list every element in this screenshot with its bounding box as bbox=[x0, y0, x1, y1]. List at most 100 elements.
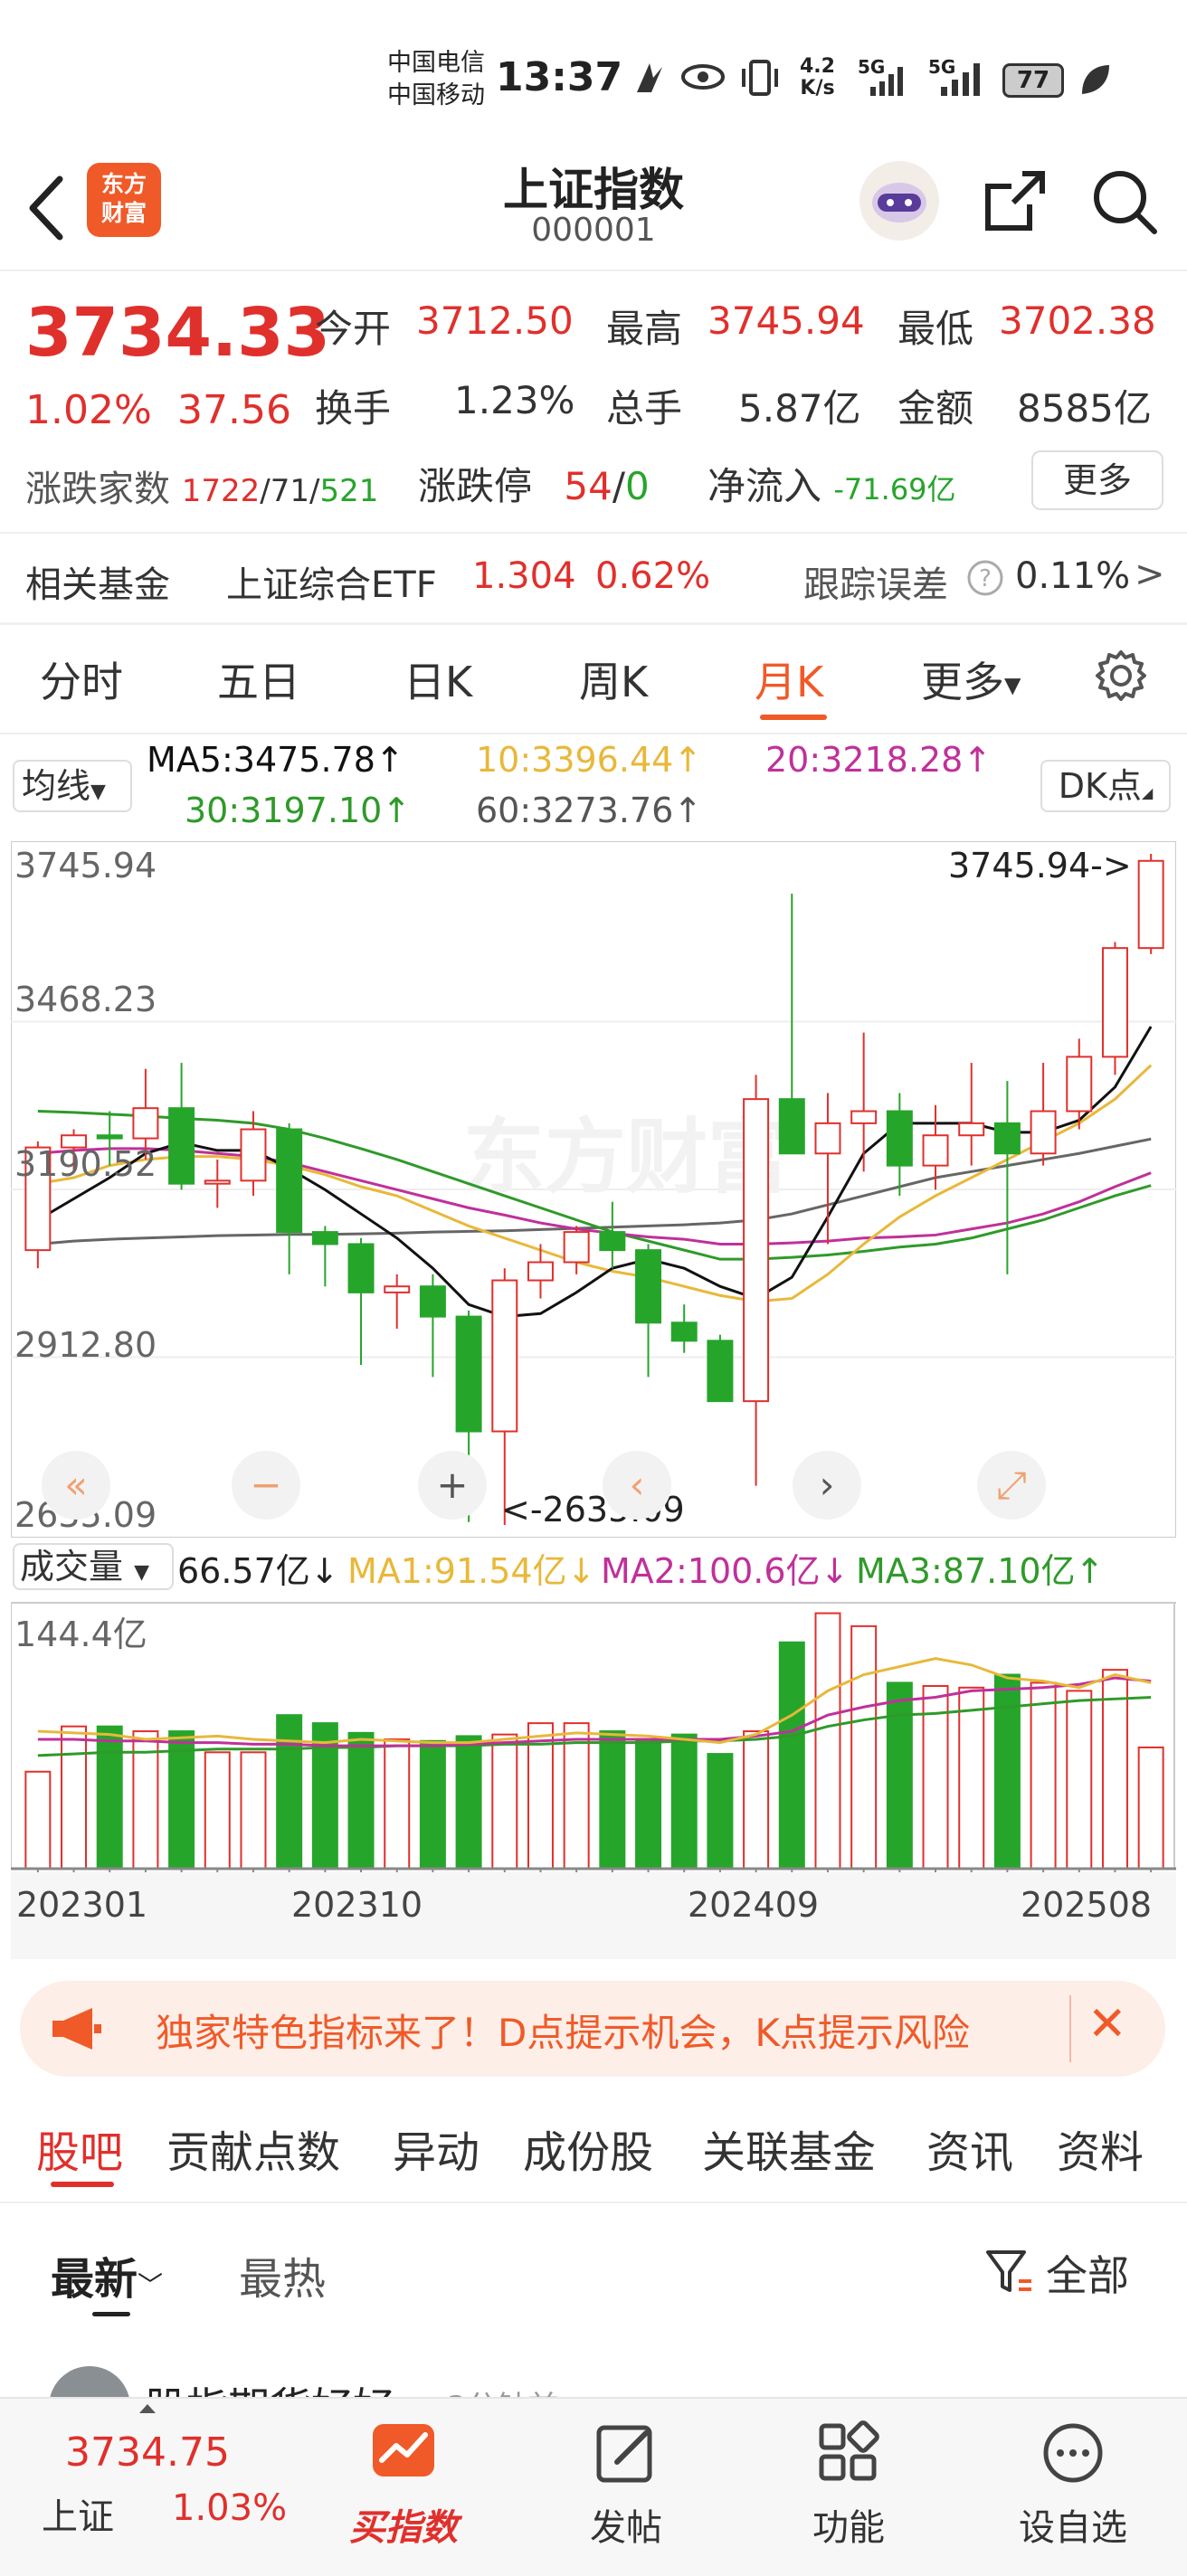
promo-banner[interactable]: 独家特色指标来了！D点提示机会，K点提示风险 ✕ bbox=[20, 1981, 1165, 2077]
candle-up bbox=[1101, 947, 1128, 1058]
related-fund-label: 相关基金 bbox=[25, 564, 170, 606]
y-axis-label-3: 3190.52 bbox=[14, 1144, 157, 1184]
active-tab-indicator bbox=[760, 715, 827, 720]
limit-label: 涨跌停 bbox=[418, 464, 533, 508]
volume-bar bbox=[240, 1751, 267, 1870]
volume-bar bbox=[707, 1753, 734, 1870]
leaf-icon bbox=[1078, 62, 1111, 101]
tab-related-funds[interactable]: 关联基金 bbox=[702, 2117, 876, 2180]
filter-all[interactable]: 全部 bbox=[1046, 2243, 1129, 2303]
rewind-icon[interactable]: « bbox=[42, 1451, 110, 1520]
ma20-value: 20:3218.28↑ bbox=[765, 740, 992, 780]
carrier-2: 中国移动 bbox=[387, 81, 485, 109]
indicator-selector[interactable]: 均线▼ bbox=[13, 760, 132, 812]
candle-up bbox=[1066, 1056, 1093, 1113]
pan-right-icon[interactable]: › bbox=[793, 1451, 861, 1520]
candle-up bbox=[958, 1122, 985, 1137]
volume-y-max: 144.4亿 bbox=[14, 1615, 147, 1654]
index-name[interactable]: 上证 bbox=[42, 2487, 114, 2540]
tab-weekly-k[interactable]: 周K bbox=[579, 649, 648, 709]
volume-value: 66.57亿↓ bbox=[177, 1551, 339, 1591]
divider bbox=[0, 532, 1187, 534]
sort-latest[interactable]: 最新﹀ bbox=[51, 2243, 163, 2306]
fullscreen-icon[interactable]: ⤢ bbox=[977, 1451, 1046, 1520]
search-icon[interactable] bbox=[1087, 165, 1160, 241]
share-icon[interactable] bbox=[979, 165, 1051, 241]
candle-down bbox=[311, 1231, 338, 1245]
pan-left-icon[interactable]: ‹ bbox=[603, 1451, 671, 1520]
ma10-value: 10:3396.44↑ bbox=[476, 740, 703, 780]
tracking-label: 跟踪误差 bbox=[803, 564, 948, 606]
candle-down bbox=[707, 1340, 734, 1403]
candle-down bbox=[455, 1315, 482, 1433]
x-axis-label-1: 202301 bbox=[16, 1885, 148, 1925]
robot-assistant-icon[interactable] bbox=[856, 157, 943, 248]
divider bbox=[0, 733, 1187, 734]
volume-bar bbox=[1066, 1690, 1093, 1870]
nav-function[interactable]: 功能 bbox=[758, 2498, 939, 2551]
volume-chart[interactable]: 144.4亿 bbox=[11, 1601, 1176, 1872]
max-price-note: 3745.94-> bbox=[948, 846, 1132, 886]
candle-up bbox=[743, 1098, 770, 1403]
zoom-in-icon[interactable]: + bbox=[418, 1451, 487, 1520]
divider bbox=[0, 622, 1187, 625]
low-value: 3702.38 bbox=[999, 298, 1156, 343]
candle-up bbox=[850, 1110, 878, 1124]
tab-guba[interactable]: 股吧 bbox=[36, 2117, 123, 2180]
inflow-label: 净流入 bbox=[707, 464, 822, 508]
nav-buy-index[interactable]: 买指数 bbox=[313, 2498, 494, 2551]
more-button[interactable]: 更多 bbox=[1031, 450, 1163, 510]
tab-more[interactable]: 更多▼ bbox=[921, 649, 1021, 709]
candlestick-chart[interactable]: 东方财富 3745.94 3468.23 3190.52 2912.80 263… bbox=[11, 841, 1176, 1538]
bottom-nav: 3734.75 上证 1.03% 买指数 发帖 功能 设自选 bbox=[0, 2397, 1187, 2576]
fund-pct: 0.62% bbox=[595, 555, 711, 597]
signal-icon-2: 5G bbox=[928, 56, 992, 105]
help-icon[interactable]: ? bbox=[966, 559, 1004, 601]
volume-indicator-selector[interactable]: 成交量 ▼ bbox=[13, 1543, 174, 1590]
index-value[interactable]: 3734.75 bbox=[65, 2429, 230, 2476]
settings-gear-icon[interactable] bbox=[1093, 648, 1149, 707]
volume-bar bbox=[1137, 1746, 1164, 1870]
close-icon[interactable]: ✕ bbox=[1087, 1997, 1127, 2051]
net-type-2: 5G bbox=[928, 56, 956, 78]
tab-news[interactable]: 资讯 bbox=[926, 2117, 1013, 2180]
limit-down: 0 bbox=[624, 464, 650, 508]
volume-bar bbox=[599, 1730, 626, 1870]
caret-down-icon: ▼ bbox=[90, 781, 106, 803]
tab-profile[interactable]: 资料 bbox=[1057, 2117, 1144, 2180]
indicator-selector-label: 均线 bbox=[22, 766, 91, 806]
fund-name[interactable]: 上证综合ETF bbox=[226, 555, 437, 608]
tab-monthly-k[interactable]: 月K bbox=[755, 649, 823, 709]
nav-post[interactable]: 发帖 bbox=[536, 2498, 717, 2551]
candle-down bbox=[886, 1110, 913, 1167]
tracking-value: 0.11% bbox=[1015, 555, 1131, 597]
tab-constituents[interactable]: 成份股 bbox=[523, 2117, 653, 2180]
tab-daily-k[interactable]: 日K bbox=[404, 649, 472, 709]
sort-latest-label: 最新 bbox=[51, 2254, 138, 2305]
net-type-1: 5G bbox=[858, 56, 886, 78]
dk-point-button[interactable]: DK点◢ bbox=[1040, 760, 1171, 812]
filter-icon[interactable] bbox=[984, 2247, 1033, 2299]
zoom-out-icon[interactable]: − bbox=[232, 1451, 300, 1520]
tab-contribution[interactable]: 贡献点数 bbox=[166, 2117, 340, 2180]
limit-sep: / bbox=[612, 464, 625, 508]
vibrate-icon bbox=[740, 58, 780, 101]
inflow-value: -71.69亿 bbox=[833, 472, 956, 507]
candle-up bbox=[240, 1128, 267, 1182]
x-axis-label-2: 202310 bbox=[291, 1885, 423, 1925]
volume-bar bbox=[276, 1714, 303, 1870]
volume-selector-label: 成交量 bbox=[20, 1547, 124, 1586]
nav-watchlist[interactable]: 设自选 bbox=[983, 2498, 1163, 2551]
volume-label: 总手 bbox=[606, 386, 683, 431]
tab-intraday[interactable]: 分时 bbox=[40, 649, 123, 709]
sort-hot[interactable]: 最热 bbox=[239, 2243, 326, 2306]
tab-five-day[interactable]: 五日 bbox=[217, 649, 300, 709]
x-axis-strip bbox=[11, 1872, 1176, 1959]
limit-up: 54 bbox=[564, 464, 612, 508]
amount-label: 金额 bbox=[897, 386, 974, 431]
volume-bar bbox=[1030, 1681, 1057, 1870]
index-pct[interactable]: 1.03% bbox=[172, 2487, 287, 2529]
fund-arrow-icon[interactable]: > bbox=[1135, 554, 1165, 595]
tab-movement[interactable]: 异动 bbox=[393, 2117, 480, 2180]
limit-stats: 涨跌停 54/0 bbox=[418, 456, 650, 511]
